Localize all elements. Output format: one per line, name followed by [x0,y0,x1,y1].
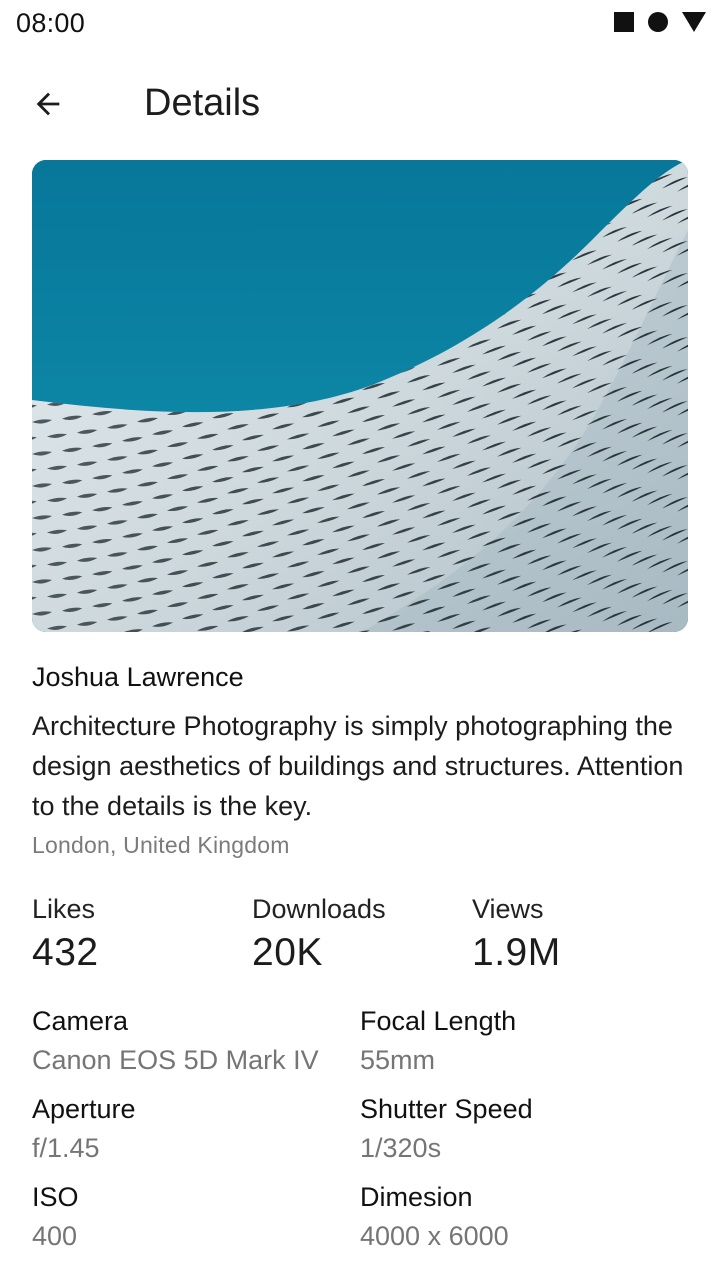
exif-camera: Camera Canon EOS 5D Mark IV [32,1006,319,1076]
status-icons [614,12,706,32]
stat-views: Views 1.9M [472,894,561,975]
location: London, United Kingdom [32,832,290,858]
photo[interactable] [32,160,688,632]
exif-dimension: Dimesion 4000 x 6000 [360,1182,509,1252]
stat-value: 432 [32,931,99,974]
exif-shutter-speed: Shutter Speed 1/320s [360,1094,533,1164]
stat-label: Views [472,894,544,924]
exif-label: Focal Length [360,1006,517,1036]
photo-image [32,160,688,632]
app-bar: Details [0,56,720,152]
exif-label: Camera [32,1006,129,1036]
stat-likes: Likes 432 [32,894,99,975]
triangle-icon [682,12,706,32]
exif-value: 55mm [360,1045,436,1075]
photo-description: Architecture Photography is simply photo… [32,711,684,821]
exif-label: Shutter Speed [360,1094,533,1124]
author-name[interactable]: Joshua Lawrence [32,662,244,693]
back-button[interactable] [24,80,72,128]
arrow-back-icon [36,92,60,116]
exif-focal-length: Focal Length 55mm [360,1006,516,1076]
exif-label: ISO [32,1182,79,1212]
exif-value: f/1.45 [32,1133,100,1163]
exif-label: Dimesion [360,1182,473,1212]
exif-value: 4000 x 6000 [360,1221,509,1251]
status-time: 08:00 [16,8,86,38]
stat-downloads: Downloads 20K [252,894,386,975]
exif-value: 400 [32,1221,78,1251]
stat-value: 1.9M [472,931,561,974]
stat-label: Downloads [252,894,386,924]
exif-iso: ISO 400 [32,1182,79,1252]
square-icon [614,12,634,32]
stat-value: 20K [252,931,323,974]
stat-label: Likes [32,894,96,924]
exif-value: Canon EOS 5D Mark IV [32,1045,319,1075]
facade-slot [32,628,37,632]
circle-icon [648,12,668,32]
page-title: Details [144,82,261,124]
exif-aperture: Aperture f/1.45 [32,1094,136,1164]
exif-value: 1/320s [360,1133,442,1163]
exif-label: Aperture [32,1094,136,1124]
status-bar: 08:00 [0,0,720,48]
